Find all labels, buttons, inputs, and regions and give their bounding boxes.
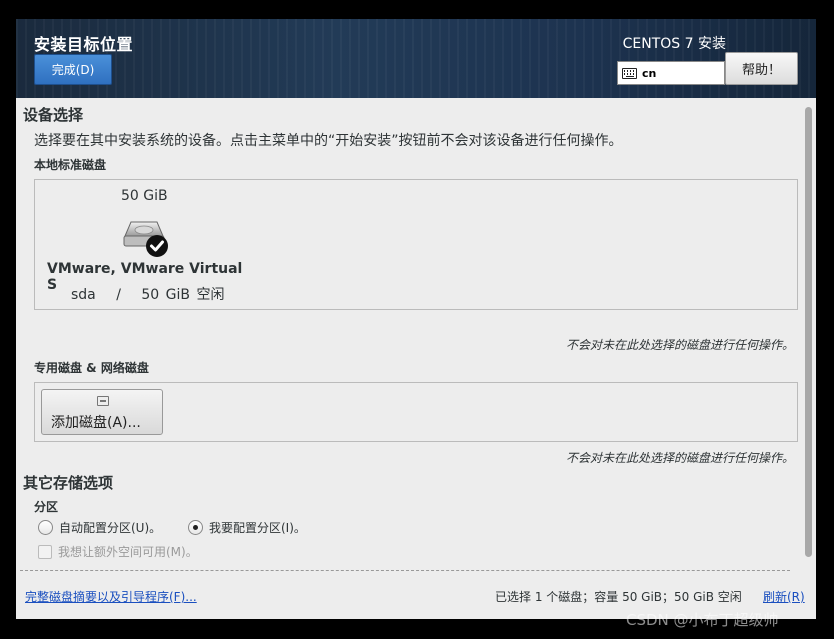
- product-title: CENTOS 7 安装: [622, 36, 726, 52]
- disk-details: sda / 50 GiB 空闲: [71, 284, 224, 304]
- keyboard-layout-indicator[interactable]: cn: [617, 61, 725, 85]
- manual-partition-option[interactable]: 我要配置分区(I)。: [188, 519, 306, 536]
- extra-space-option: 我想让额外空间可用(M)。: [38, 543, 198, 560]
- local-disks-note: 不会对未在此处选择的磁盘进行任何操作。: [565, 338, 794, 352]
- add-disk-button[interactable]: 添加磁盘(A)...: [41, 389, 163, 435]
- local-disks-panel: 50 GiB VMware, VMware Virtual S sda / 50…: [34, 179, 798, 310]
- special-disks-heading: 专用磁盘 & 网络磁盘: [34, 361, 149, 375]
- help-button[interactable]: 帮助！: [725, 52, 798, 85]
- footer-divider: [20, 570, 790, 571]
- watermark-text: CSDN @小布丁超级帅: [626, 611, 779, 629]
- device-selection-description: 选择要在其中安装系统的设备。点击主菜单中的“开始安装”按钮前不会对该设备进行任何…: [34, 133, 623, 149]
- disk-separator: /: [116, 287, 121, 303]
- auto-partition-option[interactable]: 自动配置分区(U)。: [38, 519, 161, 536]
- disk-tile-sda[interactable]: 50 GiB VMware, VMware Virtual S sda / 50…: [35, 180, 255, 309]
- other-options-heading: 其它存储选项: [23, 474, 114, 492]
- done-button[interactable]: 完成(D): [34, 54, 112, 85]
- special-disks-panel: 添加磁盘(A)...: [34, 382, 798, 442]
- extra-space-label: 我想让额外空间可用(M)。: [58, 545, 198, 559]
- refresh-link[interactable]: 刷新(R): [763, 588, 805, 605]
- selection-status: 已选择 1 个磁盘；容量 50 GiB；50 GiB 空闲: [495, 590, 742, 604]
- auto-partition-label: 自动配置分区(U)。: [59, 521, 162, 535]
- special-disks-note: 不会对未在此处选择的磁盘进行任何操作。: [565, 451, 794, 465]
- add-disk-icon: [97, 396, 109, 406]
- local-disks-heading: 本地标准磁盘: [34, 158, 107, 172]
- partition-heading: 分区: [34, 500, 59, 514]
- keyboard-layout-label: cn: [642, 66, 657, 80]
- disk-summary-link[interactable]: 完整磁盘摘要以及引导程序(F)...: [25, 588, 197, 605]
- hard-disk-selected-icon: [123, 221, 168, 257]
- extra-space-checkbox: [38, 544, 52, 559]
- installer-window: 安装目标位置 完成(D) CENTOS 7 安装 cn 帮助！ 设备选择 选择要…: [16, 19, 816, 619]
- header-bar: 安装目标位置 完成(D) CENTOS 7 安装 cn 帮助！: [16, 19, 816, 98]
- keyboard-icon: [622, 67, 637, 79]
- main-content: 设备选择 选择要在其中安装系统的设备。点击主菜单中的“开始安装”按钮前不会对该设…: [16, 98, 804, 570]
- disk-size: 50 GiB: [121, 188, 168, 204]
- device-selection-heading: 设备选择: [23, 106, 84, 124]
- scrollbar-thumb[interactable]: [805, 107, 812, 557]
- header-background-pattern: [16, 19, 816, 98]
- content-scrollbar[interactable]: [804, 101, 813, 567]
- manual-partition-radio[interactable]: [188, 520, 203, 535]
- disk-device: sda: [71, 287, 96, 303]
- manual-partition-label: 我要配置分区(I)。: [209, 521, 306, 535]
- page-title: 安装目标位置: [34, 35, 134, 54]
- auto-partition-radio[interactable]: [38, 520, 53, 535]
- add-disk-label: 添加磁盘(A)...: [51, 415, 141, 431]
- disk-free-space: 50 GiB 空闲: [141, 287, 225, 303]
